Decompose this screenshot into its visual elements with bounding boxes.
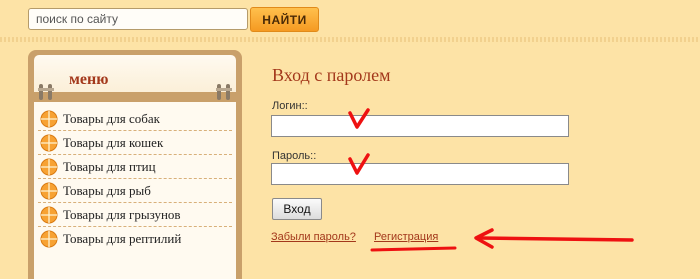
orange-circle-bullet-icon (40, 206, 58, 224)
search-input-text: поиск по сайту (36, 12, 118, 26)
orange-circle-bullet-icon (40, 134, 58, 152)
arrow-head-annotation (474, 228, 494, 249)
side-menu: меню Товары для собак Товары для кошек Т… (28, 50, 242, 279)
login-field[interactable] (271, 115, 569, 137)
menu-header: меню (34, 55, 236, 92)
menu-item-label: Товары для грызунов (63, 207, 181, 222)
password-field[interactable] (271, 163, 569, 185)
menu-item-dogs[interactable]: Товары для собак (34, 107, 236, 131)
header-divider (0, 37, 700, 42)
register-link[interactable]: Регистрация (374, 231, 438, 243)
menu-item-label: Товары для птиц (63, 159, 156, 174)
menu-title: меню (69, 71, 109, 88)
search-input[interactable]: поиск по сайту (28, 8, 248, 30)
menu-item-fish[interactable]: Товары для рыб (34, 179, 236, 203)
menu-item-rodents[interactable]: Товары для грызунов (34, 203, 236, 227)
menu-item-label: Товары для рыб (63, 183, 151, 198)
password-label: Пароль:: (272, 150, 317, 162)
orange-circle-bullet-icon (40, 110, 58, 128)
binder-ring-icon (38, 84, 54, 100)
login-submit-button[interactable]: Вход (272, 198, 322, 220)
binder-ring-icon (216, 84, 232, 100)
menu-item-label: Товары для кошек (63, 135, 164, 150)
menu-item-reptiles[interactable]: Товары для рептилий (34, 227, 236, 251)
forgot-password-link[interactable]: Забыли пароль? (271, 231, 356, 243)
orange-circle-bullet-icon (40, 182, 58, 200)
page-title: Вход с паролем (272, 65, 391, 85)
menu-item-cats[interactable]: Товары для кошек (34, 131, 236, 155)
menu-list: Товары для собак Товары для кошек Товары… (34, 102, 236, 279)
arrow-annotation (478, 236, 634, 242)
orange-circle-bullet-icon (40, 158, 58, 176)
underline-annotation (370, 246, 457, 252)
login-label: Логин:: (272, 100, 308, 112)
menu-item-birds[interactable]: Товары для птиц (34, 155, 236, 179)
orange-circle-bullet-icon (40, 230, 58, 248)
search-button[interactable]: НАЙТИ (250, 7, 319, 32)
menu-item-label: Товары для собак (63, 111, 160, 126)
menu-item-label: Товары для рептилий (63, 231, 182, 246)
